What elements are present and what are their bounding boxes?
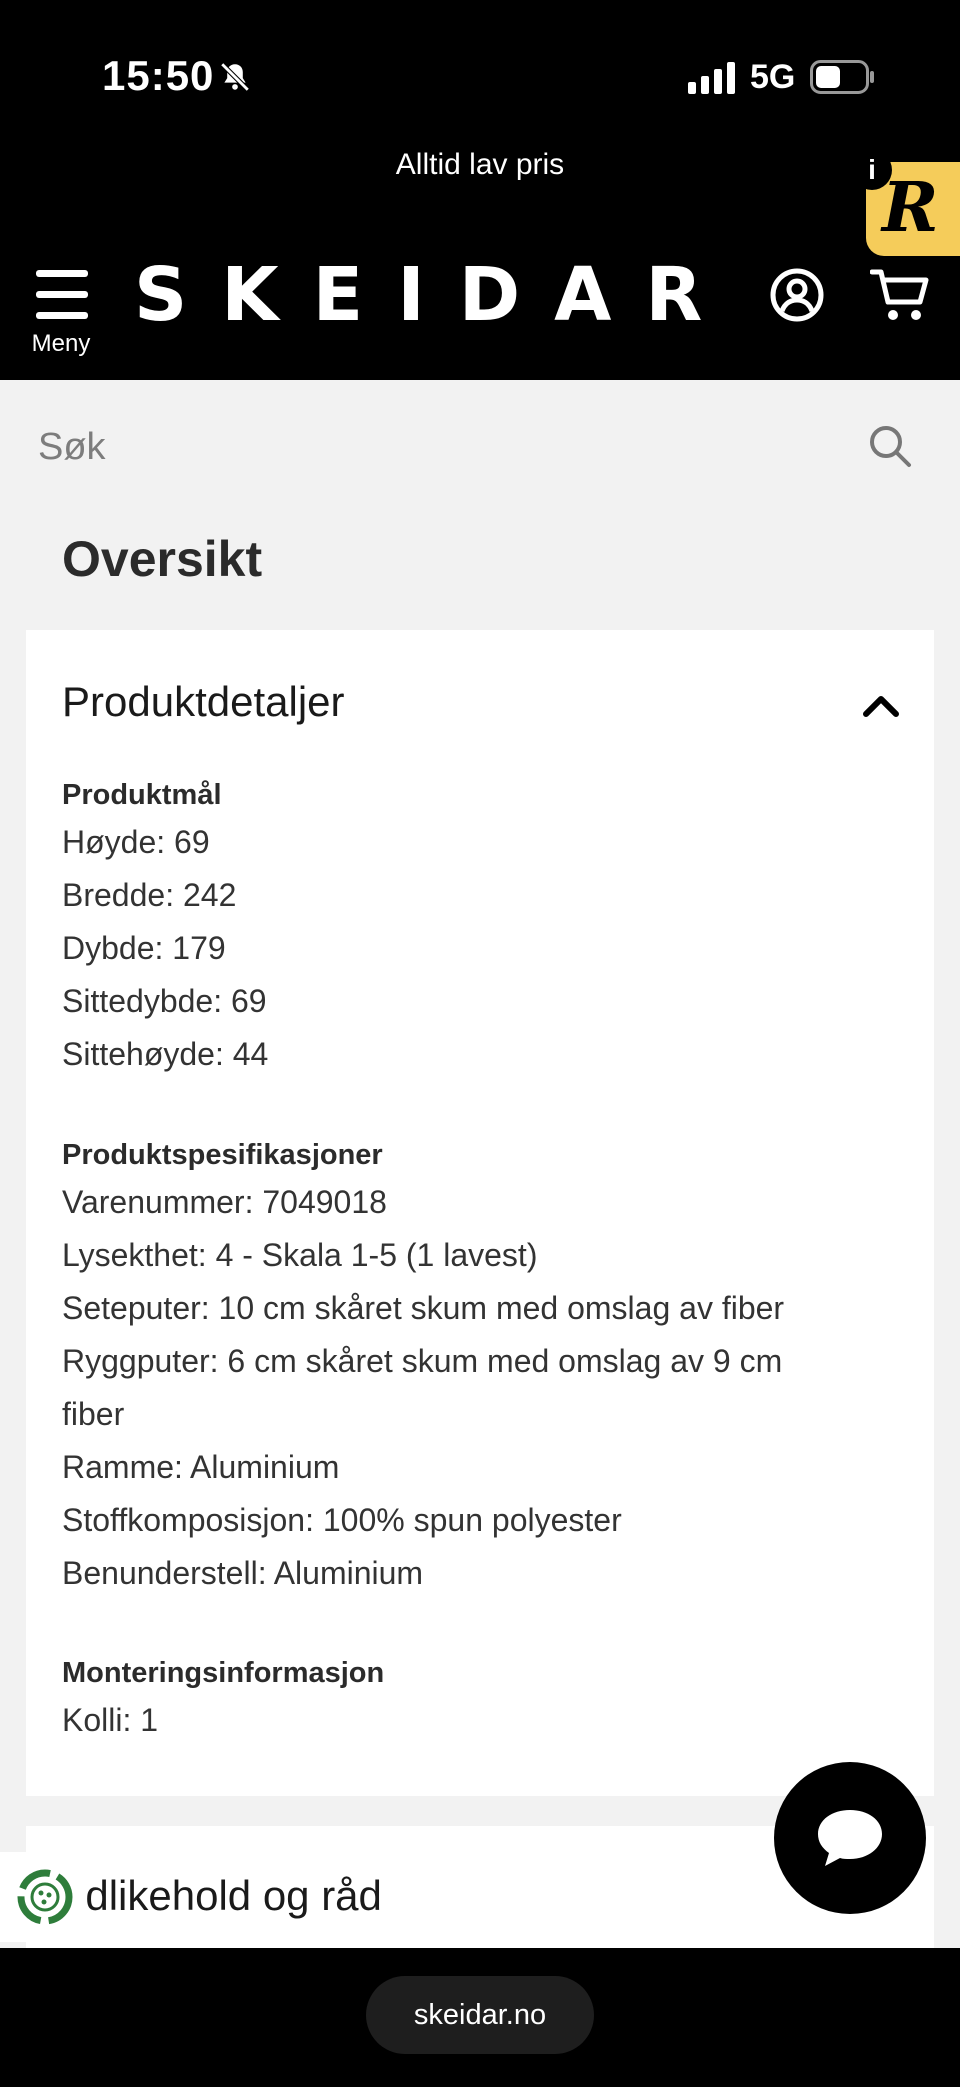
- site-header: 15:50 5G Alltid lav pris R i Meny SKEIDA…: [0, 0, 960, 380]
- spec-line: Stoffkomposisjon: 100% spun polyester: [62, 1502, 622, 1538]
- eco-badge[interactable]: [0, 1852, 86, 1942]
- spec-line: Varenummer: 7049018: [62, 1184, 387, 1220]
- spec-line: Ryggputer: 6 cm skåret skum med omslag a…: [62, 1343, 783, 1379]
- hamburger-icon: [28, 270, 94, 319]
- bell-muted-icon: [220, 62, 250, 92]
- dimensions-section: Produktmål Høyde: 69 Bredde: 242 Dybde: …: [62, 774, 268, 1081]
- page-title: Oversikt: [62, 531, 263, 587]
- spec-line: Sittedybde: 69: [62, 983, 267, 1019]
- search-bar: [0, 380, 960, 512]
- product-details-title[interactable]: Produktdetaljer: [62, 678, 345, 726]
- signal-icon: [688, 62, 735, 94]
- search-input[interactable]: [38, 420, 838, 474]
- reward-badge-letter: R: [882, 168, 939, 248]
- spec-line: Lysekthet: 4 - Skala 1-5 (1 lavest): [62, 1237, 538, 1273]
- chat-button[interactable]: [774, 1762, 926, 1914]
- product-details-card: Produktdetaljer Produktmål Høyde: 69 Bre…: [26, 630, 934, 1796]
- recycle-icon: [17, 1869, 73, 1925]
- spec-line: fiber: [62, 1396, 125, 1432]
- battery-icon: [810, 60, 874, 94]
- chevron-up-icon[interactable]: [862, 692, 900, 718]
- info-icon[interactable]: i: [852, 150, 892, 190]
- promo-banner[interactable]: Alltid lav pris: [0, 148, 960, 182]
- specifications-section: Produktspesifikasjoner Varenummer: 70490…: [62, 1134, 784, 1600]
- status-time: 15:50: [102, 52, 215, 99]
- spec-line: Høyde: 69: [62, 824, 210, 860]
- site-logo[interactable]: SKEIDAR: [134, 252, 736, 338]
- account-icon[interactable]: [770, 268, 824, 322]
- menu-label: Meny: [31, 330, 91, 357]
- specifications-heading: Produktspesifikasjoner: [62, 1139, 383, 1171]
- menu-button[interactable]: Meny: [28, 270, 94, 360]
- spec-line: Ramme: Aluminium: [62, 1449, 340, 1485]
- chat-bubble-icon: [818, 1810, 882, 1866]
- spec-line: Sittehøyde: 44: [62, 1036, 269, 1072]
- url-bar[interactable]: skeidar.no: [366, 1976, 594, 2054]
- assembly-heading: Monteringsinformasjon: [62, 1657, 385, 1689]
- cart-icon[interactable]: [870, 266, 932, 324]
- spec-line: Kolli: 1: [62, 1702, 159, 1738]
- dimensions-heading: Produktmål: [62, 779, 222, 811]
- care-advice-title[interactable]: edlikehold og råd: [62, 1872, 382, 1920]
- search-icon[interactable]: [868, 424, 912, 468]
- network-label: 5G: [750, 58, 796, 96]
- spec-line: Benunderstell: Aluminium: [62, 1555, 424, 1591]
- spec-line: Bredde: 242: [62, 877, 237, 913]
- assembly-section: Monteringsinformasjon Kolli: 1: [62, 1652, 384, 1747]
- spec-line: Dybde: 179: [62, 930, 226, 966]
- spec-line: Seteputer: 10 cm skåret skum med omslag …: [62, 1290, 785, 1326]
